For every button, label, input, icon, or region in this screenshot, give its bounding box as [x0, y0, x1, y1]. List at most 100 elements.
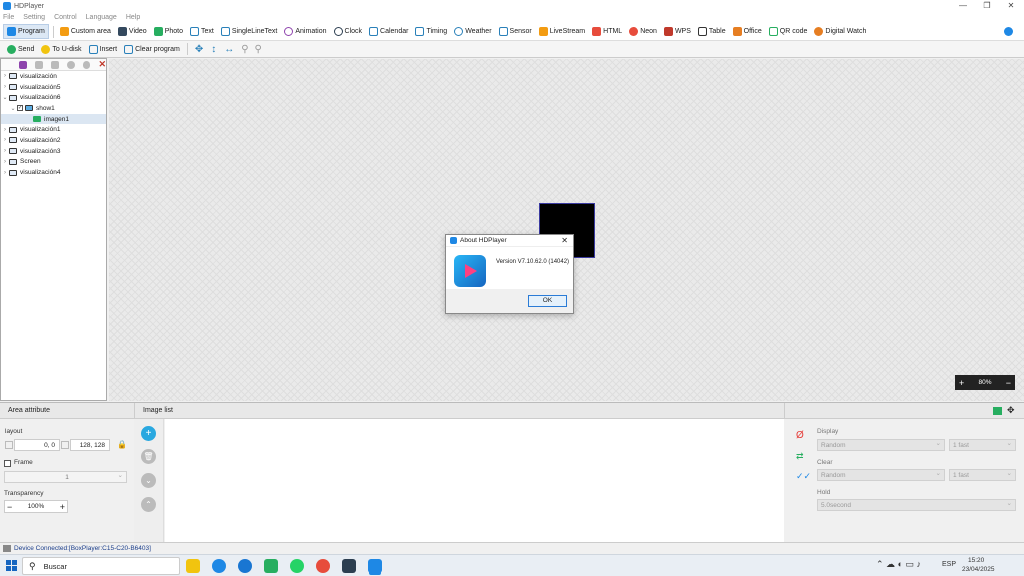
- image-list-area[interactable]: [165, 419, 784, 543]
- clear-effect-select[interactable]: Random: [817, 469, 945, 481]
- checkbox[interactable]: ✓: [17, 105, 23, 112]
- clear-speed-select[interactable]: 1 fast: [949, 469, 1016, 481]
- app-icon[interactable]: [342, 559, 356, 573]
- frame-checkbox[interactable]: [4, 460, 11, 467]
- transparency-stepper[interactable]: − 100% +: [4, 500, 68, 513]
- decrease-button[interactable]: −: [7, 502, 12, 512]
- move-down-icon[interactable]: [82, 60, 91, 69]
- sensor-button[interactable]: Sensor: [496, 24, 535, 39]
- clock-date[interactable]: 23/04/2025: [962, 566, 995, 573]
- calendar-button[interactable]: Calendar: [366, 24, 411, 39]
- chevron-right-icon[interactable]: ›: [1, 84, 9, 90]
- insert-button[interactable]: Insert: [86, 42, 121, 57]
- photo-button[interactable]: Photo: [151, 24, 186, 39]
- maximize-button[interactable]: ❐: [975, 0, 999, 12]
- tree-item[interactable]: › visualización3: [1, 146, 106, 157]
- chevron-right-icon[interactable]: ›: [1, 170, 9, 176]
- clear-program-button[interactable]: Clear program: [121, 42, 183, 57]
- program-button[interactable]: Program: [3, 24, 49, 39]
- chevron-right-icon[interactable]: ›: [1, 73, 9, 79]
- increase-button[interactable]: +: [60, 502, 65, 512]
- shuffle-icon[interactable]: ⇄: [796, 451, 804, 462]
- vertical-fit-icon[interactable]: ↕: [211, 44, 216, 55]
- paste-icon[interactable]: [50, 60, 59, 69]
- move-up-button[interactable]: ⌃: [141, 497, 156, 512]
- move-down-button[interactable]: ⌄: [141, 473, 156, 488]
- move-up-icon[interactable]: [66, 60, 75, 69]
- tree-item-selected[interactable]: imagen1: [1, 113, 106, 125]
- dialog-close-button[interactable]: ✕: [561, 236, 568, 245]
- position-field[interactable]: 0, 0: [14, 439, 60, 451]
- office-button[interactable]: Office: [730, 24, 765, 39]
- chevron-right-icon[interactable]: ›: [1, 159, 9, 165]
- single-line-text-button[interactable]: SingleLineText: [218, 24, 281, 39]
- info-icon[interactable]: [1004, 27, 1013, 36]
- menu-language[interactable]: Language: [86, 14, 117, 21]
- add-image-button[interactable]: +: [141, 426, 156, 441]
- qr-code-button[interactable]: QR code: [766, 24, 811, 39]
- neon-button[interactable]: Neon: [626, 24, 660, 39]
- display-speed-select[interactable]: 1 fast: [949, 439, 1016, 451]
- chevron-right-icon[interactable]: ›: [1, 137, 9, 143]
- tree-item[interactable]: ⌄ ✓ show1: [1, 103, 106, 114]
- zoom-in-icon[interactable]: ⚲: [241, 44, 248, 55]
- minimize-button[interactable]: —: [951, 0, 975, 12]
- tree-item[interactable]: › visualización4: [1, 167, 106, 178]
- windows-start-icon[interactable]: [6, 560, 17, 571]
- horizontal-fit-icon[interactable]: ↔: [224, 44, 234, 55]
- chevron-down-icon[interactable]: ⌄: [1, 94, 9, 101]
- timing-button[interactable]: Timing: [412, 24, 450, 39]
- close-button[interactable]: ✕: [999, 0, 1023, 12]
- tree-item[interactable]: › visualización1: [1, 124, 106, 135]
- menu-help[interactable]: Help: [126, 14, 140, 21]
- display-effect-select[interactable]: Random: [817, 439, 945, 451]
- move-icon[interactable]: ✥: [195, 44, 203, 55]
- hdplayer-taskbar-icon[interactable]: [368, 559, 382, 573]
- delete-icon[interactable]: ✕: [98, 59, 106, 70]
- weather-button[interactable]: Weather: [451, 24, 494, 39]
- to-u-disk-button[interactable]: To U-disk: [38, 42, 84, 57]
- html-button[interactable]: HTML: [589, 24, 625, 39]
- digital-watch-button[interactable]: Digital Watch: [811, 24, 869, 39]
- send-button[interactable]: Send: [4, 42, 37, 57]
- zoom-out-button[interactable]: −: [1006, 378, 1011, 388]
- clock-button[interactable]: Clock: [331, 24, 366, 39]
- lock-icon[interactable]: 🔒: [117, 440, 127, 449]
- ok-button[interactable]: OK: [528, 295, 567, 307]
- custom-area-button[interactable]: Custom area: [57, 24, 114, 39]
- animation-button[interactable]: Animation: [281, 24, 329, 39]
- copy-icon[interactable]: [34, 60, 43, 69]
- size-field[interactable]: 128, 128: [70, 439, 110, 451]
- frame-select[interactable]: 1: [4, 471, 127, 483]
- whatsapp-icon[interactable]: [290, 559, 304, 573]
- check-icon[interactable]: ✓✓: [796, 471, 811, 482]
- zoom-in-button[interactable]: +: [959, 378, 964, 388]
- menu-control[interactable]: Control: [54, 14, 77, 21]
- wps-button[interactable]: WPS: [661, 24, 694, 39]
- language-indicator[interactable]: ESP: [942, 561, 956, 568]
- move-icon[interactable]: ✥: [1007, 405, 1015, 416]
- chevron-right-icon[interactable]: ›: [1, 127, 9, 133]
- editing-canvas[interactable]: [109, 59, 1024, 401]
- video-button[interactable]: Video: [115, 24, 150, 39]
- menu-file[interactable]: File: [3, 14, 14, 21]
- chevron-down-icon[interactable]: ⌄: [9, 105, 17, 112]
- file-explorer-icon[interactable]: [186, 559, 200, 573]
- livestream-button[interactable]: LiveStream: [536, 24, 588, 39]
- edge-icon[interactable]: [212, 559, 226, 573]
- taskbar-search[interactable]: ⚲ Buscar: [22, 557, 180, 575]
- tray-icons[interactable]: ⌃ ☁ ◐ ▭ ♪: [876, 559, 921, 570]
- tree-item[interactable]: › Screen: [1, 157, 106, 168]
- table-button[interactable]: Table: [695, 24, 729, 39]
- tree-item[interactable]: › visualización2: [1, 135, 106, 146]
- image-settings-icon[interactable]: [993, 407, 1002, 415]
- tree-item[interactable]: ⌄ visualización6: [1, 92, 106, 103]
- hold-time-spinner[interactable]: 5.0second: [817, 499, 1016, 511]
- chrome-icon[interactable]: [316, 559, 330, 573]
- select-all-icon[interactable]: [19, 60, 27, 69]
- chevron-right-icon[interactable]: ›: [1, 148, 9, 154]
- menu-setting[interactable]: Setting: [23, 14, 45, 21]
- zoom-out-icon[interactable]: ⚲: [255, 44, 262, 55]
- tree-item[interactable]: › visualización: [1, 71, 106, 82]
- delete-image-button[interactable]: 🗑: [141, 449, 156, 464]
